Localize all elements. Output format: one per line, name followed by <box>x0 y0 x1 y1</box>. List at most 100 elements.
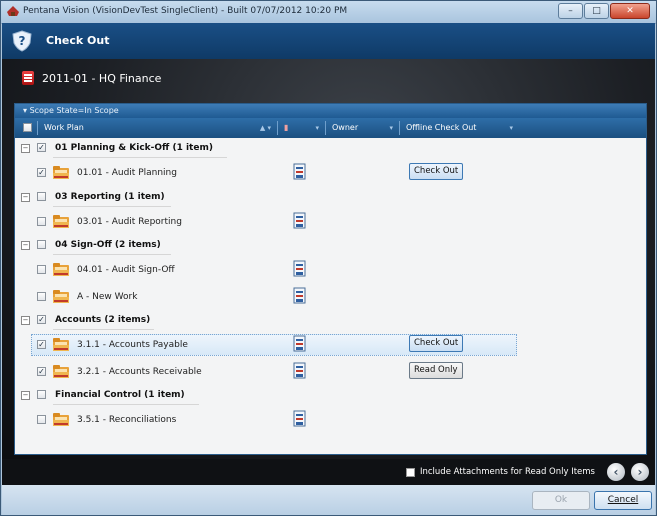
cancel-button[interactable]: Cancel <box>594 491 652 510</box>
group-label: 01 Planning & Kick-Off (1 item) <box>55 143 213 153</box>
group-checkbox[interactable] <box>37 240 46 249</box>
work-plan-row[interactable]: A - New Work <box>15 284 646 311</box>
include-attachments-label: Include Attachments for Read Only Items <box>419 467 595 477</box>
document-icon[interactable] <box>293 212 307 230</box>
collapse-icon[interactable]: − <box>21 391 30 400</box>
forward-arrow-icon[interactable]: › <box>631 463 649 481</box>
group-by-bar[interactable]: ▾ Scope State=In Scope <box>15 104 646 118</box>
group-row[interactable]: − Financial Control (1 item) <box>15 385 646 407</box>
work-plan-folder-icon <box>53 337 69 351</box>
help-shield-icon: ? <box>12 30 32 52</box>
row-checkbox[interactable] <box>37 291 46 301</box>
work-plan-folder-icon <box>53 165 69 179</box>
title-bar[interactable]: Pentana Vision (VisionDevTest SingleClie… <box>1 1 656 24</box>
work-plan-folder-icon <box>53 262 69 276</box>
document-icon[interactable] <box>293 260 307 278</box>
column-work-plan-label: Work Plan <box>44 123 84 132</box>
offline-check-out-button[interactable]: Check Out <box>409 335 464 352</box>
work-plan-label: 3.2.1 - Accounts Receivable <box>77 366 202 377</box>
work-plan-row[interactable]: 04.01 - Audit Sign-Off <box>15 257 646 284</box>
group-row[interactable]: − 04 Sign-Off (2 items) <box>15 235 646 257</box>
group-checkbox[interactable] <box>37 191 46 201</box>
project-icon <box>22 71 34 85</box>
document-column-icon: ▮ <box>284 123 289 132</box>
offline-check-out-button[interactable]: Read Only <box>409 361 463 379</box>
collapse-icon[interactable]: − <box>21 316 30 325</box>
work-plan-row[interactable]: 03.01 - Audit Reporting <box>15 209 646 236</box>
grid-rows: − ✓ 01 Planning & Kick-Off (1 item) ✓ 01.01 … <box>15 138 646 434</box>
group-row[interactable]: − 03 Reporting (1 item) <box>15 187 646 209</box>
column-offline-check-out-label: Offline Check Out <box>406 123 477 132</box>
maximize-button[interactable]: □ <box>584 3 609 19</box>
column-owner[interactable]: Owner ▾ <box>325 121 399 135</box>
offline-check-out-button[interactable]: Check Out <box>409 163 464 180</box>
row-checkbox[interactable]: ✓ <box>37 366 46 376</box>
work-plan-folder-icon <box>53 214 69 228</box>
group-underline <box>53 157 227 158</box>
column-document[interactable]: ▮ ▾ <box>277 121 325 135</box>
column-work-plan[interactable]: Work Plan ▲ ▾ <box>37 121 277 135</box>
work-plan-row[interactable]: ✓ 3.1.1 - Accounts Payable Check Out <box>15 332 646 359</box>
work-plan-row[interactable]: ✓ 3.2.1 - Accounts Receivable Read Only <box>15 359 646 386</box>
work-plan-row[interactable]: ✓ 01.01 - Audit Planning Check Out <box>15 160 646 187</box>
back-arrow-icon[interactable]: ‹ <box>607 463 625 481</box>
column-offline-check-out[interactable]: Offline Check Out ▾ <box>399 121 519 135</box>
row-checkbox[interactable] <box>37 415 46 424</box>
filter-arrow-icon: ▾ <box>315 124 319 132</box>
column-header-row: Work Plan ▲ ▾ ▮ ▾ Owner ▾ Offline Check … <box>15 118 646 138</box>
minimize-button[interactable]: – <box>558 3 583 19</box>
document-icon[interactable] <box>293 163 307 181</box>
work-plan-label: 01.01 - Audit Planning <box>77 168 177 178</box>
group-underline <box>53 254 171 255</box>
project-name: 2011-01 - HQ Finance <box>42 71 162 85</box>
row-checkbox[interactable]: ✓ <box>37 340 46 349</box>
document-icon[interactable] <box>293 335 307 353</box>
row-checkbox[interactable] <box>37 216 46 226</box>
group-underline <box>53 329 154 330</box>
group-underline <box>53 404 199 405</box>
button-bar: Ok Cancel <box>2 485 655 515</box>
work-plan-label: 04.01 - Audit Sign-Off <box>77 265 175 275</box>
document-icon[interactable] <box>293 362 307 380</box>
close-button[interactable]: ✕ <box>610 3 650 19</box>
dialog-title: Check Out <box>46 34 110 47</box>
document-icon[interactable] <box>293 410 307 428</box>
column-owner-label: Owner <box>332 123 359 132</box>
app-icon <box>7 6 19 16</box>
content-area: 2011-01 - HQ Finance ▾ Scope State=In Sc… <box>2 59 655 459</box>
work-plan-folder-icon <box>53 412 69 426</box>
window-controls: – □ ✕ <box>558 3 650 19</box>
include-attachments-option[interactable]: Include Attachments for Read Only Items <box>405 467 595 477</box>
project-heading: 2011-01 - HQ Finance <box>22 71 161 85</box>
group-label: Accounts (2 items) <box>55 315 151 325</box>
group-checkbox[interactable] <box>37 390 46 399</box>
row-checkbox[interactable]: ✓ <box>37 168 46 177</box>
work-plan-label: 3.5.1 - Reconciliations <box>77 415 177 425</box>
group-checkbox[interactable]: ✓ <box>37 315 46 324</box>
group-checkbox[interactable]: ✓ <box>37 143 46 152</box>
group-by-label: Scope State=In Scope <box>29 106 119 115</box>
work-plan-label: A - New Work <box>77 291 138 302</box>
collapse-icon[interactable]: − <box>21 241 30 250</box>
group-underline <box>53 205 171 207</box>
group-label: 04 Sign-Off (2 items) <box>55 240 161 250</box>
options-bar: Include Attachments for Read Only Items … <box>2 459 655 485</box>
work-plan-row[interactable]: 3.5.1 - Reconciliations <box>15 407 646 434</box>
owner-filter-arrow-icon: ▾ <box>389 124 393 132</box>
svg-text:?: ? <box>19 34 26 48</box>
group-row[interactable]: − ✓ Accounts (2 items) <box>15 310 646 332</box>
collapse-icon[interactable]: − <box>21 144 30 153</box>
work-plan-label: 3.1.1 - Accounts Payable <box>77 340 188 350</box>
group-row[interactable]: − ✓ 01 Planning & Kick-Off (1 item) <box>15 138 646 160</box>
row-checkbox[interactable] <box>37 265 46 274</box>
work-plan-folder-icon <box>53 364 69 378</box>
sort-arrow-icon: ▲ ▾ <box>259 124 271 132</box>
group-label: Financial Control (1 item) <box>55 390 185 400</box>
select-all-checkbox[interactable] <box>23 123 32 132</box>
include-attachments-checkbox[interactable] <box>405 467 415 477</box>
collapse-icon[interactable]: − <box>21 192 30 202</box>
group-label: 03 Reporting (1 item) <box>55 191 165 202</box>
ok-button[interactable]: Ok <box>532 491 590 510</box>
document-icon[interactable] <box>293 287 307 305</box>
work-plan-grid: ▾ Scope State=In Scope Work Plan ▲ ▾ ▮ ▾… <box>14 103 647 455</box>
